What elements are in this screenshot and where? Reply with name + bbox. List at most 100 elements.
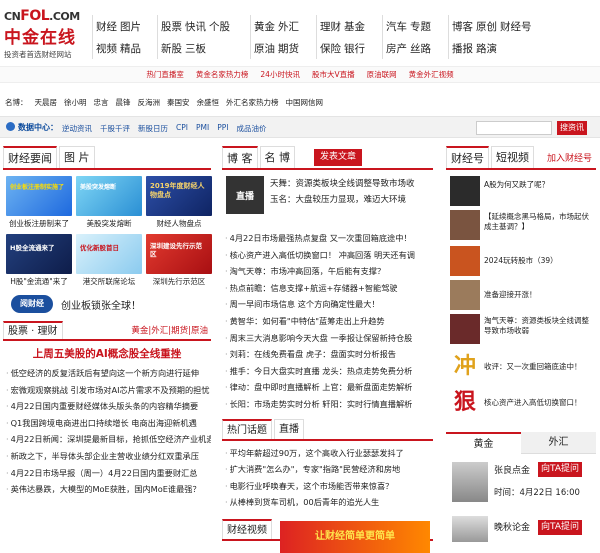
blog-item[interactable]: 刘莉：在线免费看盘 虎子：盘面实时分析报告 — [222, 346, 433, 363]
hot-topic-item[interactable]: 平均年薪超过90万，这个高收入行业瑟瑟发抖了 — [222, 445, 433, 462]
nav-item[interactable]: 三板 — [185, 41, 206, 56]
news-item[interactable]: 低空经济的反复活跃后有望向这一个新方向进行延伸 — [3, 365, 211, 382]
post-article-button[interactable]: 发表文章 — [314, 149, 363, 166]
data-link[interactable]: 千股千评 — [100, 123, 130, 134]
category-link[interactable]: 原油 — [191, 326, 208, 336]
caijing-hao-item[interactable]: 冲 收评：又一次重回箱底途中！ — [450, 352, 596, 388]
hot-link[interactable]: 黄金外汇视频 — [409, 69, 454, 80]
picture-item[interactable]: H股全流通来了 H股"金流通"来了 — [6, 234, 72, 287]
nav-item[interactable]: 基金 — [344, 19, 365, 34]
data-link[interactable]: PMI — [196, 123, 209, 134]
blogger-link[interactable]: 秦国安 — [167, 97, 190, 108]
data-link[interactable]: 新股日历 — [138, 123, 168, 134]
category-link[interactable]: 黄金 — [131, 326, 148, 336]
growth-board-banner[interactable]: 阅财经 创业板锁张全球！ — [3, 287, 211, 315]
hot-topic-item[interactable]: 扩大消费"怎么办"，专家"指路"民营经济和房地 — [222, 461, 433, 478]
nav-item[interactable]: 黄金 — [254, 19, 275, 34]
picture-item[interactable]: 2019年度财经人物盘点 财经人物盘点 — [146, 176, 212, 229]
nav-item[interactable]: 专题 — [410, 19, 431, 34]
blog-item[interactable]: 周一早间市场信息 这个方向确定性最大！ — [222, 296, 433, 313]
nav-item[interactable]: 个股 — [209, 19, 230, 34]
hot-link[interactable]: 黄金名家热力榜 — [196, 69, 249, 80]
nav-item[interactable]: 播报 — [452, 41, 473, 56]
nav-item[interactable]: 快讯 — [185, 19, 206, 34]
news-item[interactable]: 4月22日新闻：深圳提最新目标，抢抓低空经济产业机遇 — [3, 431, 211, 448]
blog-item[interactable]: 核心资产进入高低切换窗口！ 冲高回落 明天还有调 — [222, 247, 433, 264]
blog-feature-title[interactable]: 玉名：大盘较压力显现，难迈大环境 — [270, 192, 433, 208]
data-link[interactable]: 成品油价 — [236, 123, 266, 134]
picture-item[interactable]: 优化新股首日 港交所联席论坛 — [76, 234, 142, 287]
picture-item[interactable]: 美股突发熔断 美股突发熔断 — [76, 176, 142, 229]
analyst-card[interactable]: 张良点金 向TA提问 时间：4月22日 16:00 — [446, 454, 596, 514]
nav-item[interactable]: 期货 — [278, 41, 299, 56]
search-button[interactable]: 搜资讯 — [557, 121, 587, 135]
picture-item[interactable]: 创业板注册制实施了 创业板注册制来了 — [6, 176, 72, 229]
blog-item[interactable]: 周末三大消息影响今天大盘 一季报让保留新持仓股 — [222, 330, 433, 347]
tab-finance-news[interactable]: 财经要闻 — [3, 146, 57, 168]
tab-hot-topics[interactable]: 热门话题 — [222, 418, 272, 439]
hot-link[interactable]: 热门直播室 — [146, 69, 184, 80]
nav-item[interactable]: 路演 — [476, 41, 497, 56]
data-link[interactable]: 逆动资讯 — [62, 123, 92, 134]
blogger-link[interactable]: 反海洲 — [138, 97, 161, 108]
ask-button[interactable]: 向TA提问 — [538, 462, 582, 477]
video-banner[interactable]: 让财经简单更简单 — [280, 520, 430, 553]
nav-item[interactable]: 精品 — [120, 41, 141, 56]
blog-item[interactable]: 4月22日市场最强热点复盘 又一次重回箱底途中！ — [222, 230, 433, 247]
news-item[interactable]: 4月22日国内重要财经媒体头版头条的内容精华摘要 — [3, 398, 211, 415]
nav-item[interactable]: 财经 — [96, 19, 117, 34]
nav-item[interactable]: 新股 — [161, 41, 182, 56]
caijing-hao-item[interactable]: 【延续概念黑马格局，市场起伏成主基调？】 — [450, 210, 596, 246]
caijing-hao-item[interactable]: A股为何又跌了呢？ — [450, 176, 596, 210]
tab-live[interactable]: 直播 — [274, 418, 304, 439]
blogger-link[interactable]: 外汇名家热力榜 — [226, 97, 279, 108]
blogger-link[interactable]: 余盛恒 — [197, 97, 220, 108]
caijing-hao-item[interactable]: 2024玩转股市（39） — [450, 246, 596, 280]
nav-item[interactable]: 财经号 — [500, 19, 532, 34]
blog-item[interactable]: 推手：今日大盘实时直播 龙头：热点走势免费分析 — [222, 363, 433, 380]
blog-item[interactable]: 热点前瞻：信息支撑+航运+存储器+智能驾驶 — [222, 280, 433, 297]
category-link[interactable]: 期货 — [171, 326, 188, 336]
caijing-hao-item[interactable]: 准备迎接开涨！ — [450, 280, 596, 314]
blogger-link[interactable]: 中国网信网 — [286, 97, 324, 108]
join-caijing-hao-link[interactable]: 加入财经号 — [547, 151, 592, 164]
nav-item[interactable]: 原油 — [254, 41, 275, 56]
nav-item[interactable]: 汽车 — [386, 19, 407, 34]
news-item[interactable]: 英伟达暴跌，大模型的MoE获胜，国内MoE谁最强？ — [3, 481, 211, 498]
nav-item[interactable]: 博客 — [452, 19, 473, 34]
blog-item[interactable]: 淘气天尊：市场冲高回落，午后能有支撑？ — [222, 263, 433, 280]
caijing-hao-item[interactable]: 狠 核心资产进入高低切换窗口！ — [450, 388, 596, 422]
ask-button[interactable]: 向TA提问 — [538, 520, 582, 535]
hot-link[interactable]: 原油联网 — [367, 69, 397, 80]
blog-item[interactable]: 黄智华：如何看"中特估"蓝筹走出上升趋势 — [222, 313, 433, 330]
tab-caijing-hao[interactable]: 财经号 — [446, 146, 489, 168]
blog-item[interactable]: 律动：盘中即时直播解析 上官：最新盘面走势解析 — [222, 379, 433, 396]
search-input[interactable] — [476, 121, 552, 135]
hot-topic-item[interactable]: 电影行业呼唤春天，这个市场能否带来惊喜？ — [222, 478, 433, 495]
stock-headline[interactable]: 上周五美股的AI概念股全线重挫 — [3, 341, 211, 365]
picture-item[interactable]: 深圳建设先行示范区 深圳先行示范区 — [146, 234, 212, 287]
news-item[interactable]: Q1我国跨境电商进出口持续增长 电商出海迎新机遇 — [3, 415, 211, 432]
hot-topic-item[interactable]: 从棒棒到货车司机，00后青年的追光人生 — [222, 494, 433, 511]
tab-short-video[interactable]: 短视频 — [491, 146, 534, 168]
blogger-link[interactable]: 徐小明 — [64, 97, 87, 108]
hot-link[interactable]: 24小时快讯 — [260, 69, 300, 80]
tab-forex[interactable]: 外汇 — [521, 432, 596, 454]
caijing-hao-item[interactable]: 淘气天尊：资源类板块全线调整导致市场收弱 — [450, 314, 596, 352]
nav-item[interactable]: 视频 — [96, 41, 117, 56]
nav-item[interactable]: 保险 — [320, 41, 341, 56]
blog-item[interactable]: 长阳：市场走势实时分析 轩阳：实时行情直播解析 — [222, 396, 433, 413]
tab-pictures[interactable]: 图 片 — [59, 146, 95, 168]
news-item[interactable]: 新政之下，半导体头部企业主营收业绩分红双重承压 — [3, 448, 211, 465]
nav-item[interactable]: 银行 — [344, 41, 365, 56]
news-item[interactable]: 4月22日市场早报（周一）4月22日国内重要财汇总 — [3, 465, 211, 482]
nav-item[interactable]: 丝路 — [410, 41, 431, 56]
nav-item[interactable]: 股票 — [161, 19, 182, 34]
nav-item[interactable]: 房产 — [386, 41, 407, 56]
category-link[interactable]: 外汇 — [151, 326, 168, 336]
nav-item[interactable]: 外汇 — [278, 19, 299, 34]
tab-blog[interactable]: 博 客 — [222, 146, 258, 168]
site-logo[interactable]: CNFOL.COM 中金在线 投资者首选财经网站 — [4, 8, 88, 59]
nav-item[interactable]: 原创 — [476, 19, 497, 34]
tab-famous-blog[interactable]: 名 博 — [259, 146, 295, 168]
